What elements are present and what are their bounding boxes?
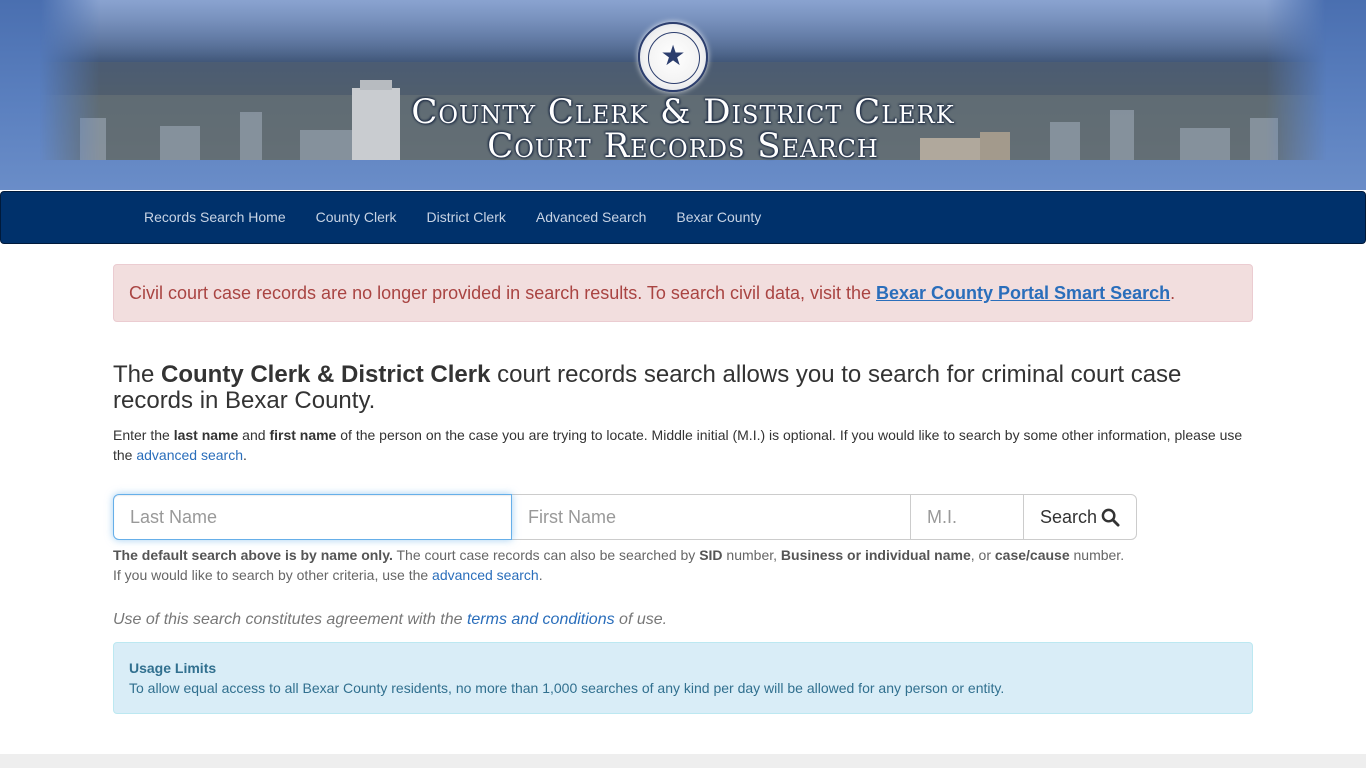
search-button-label: Search — [1039, 506, 1098, 527]
note-text: number, — [722, 547, 781, 563]
advanced-search-link-2[interactable]: advanced search — [432, 567, 539, 583]
note-text: . — [538, 567, 543, 583]
civil-records-alert: Civil court case records are no longer p… — [113, 264, 1253, 322]
name-search-form: Search — [113, 494, 1138, 540]
note-text: If you would like to search by other cri… — [113, 567, 433, 583]
usage-limits-title: Usage Limits — [129, 660, 217, 676]
terms-and-conditions-link[interactable]: terms and conditions — [467, 611, 615, 628]
nav-item-county-clerk[interactable]: County Clerk — [301, 192, 412, 243]
nav-item-bexar-county[interactable]: Bexar County — [661, 192, 776, 243]
nav-item-records-search-home[interactable]: Records Search Home — [129, 192, 301, 243]
page-lead: The County Clerk & District Clerk court … — [113, 362, 1253, 414]
note-text: , or — [970, 547, 995, 563]
intro-bold-first-name: first name — [269, 427, 337, 443]
lead-bold: County Clerk & District Clerk — [161, 361, 491, 388]
intro-text: Enter the — [113, 427, 174, 443]
search-button[interactable]: Search — [1023, 494, 1137, 540]
note-text: The court case records can also be searc… — [392, 547, 700, 563]
usage-limits-text: To allow equal access to all Bexar Count… — [129, 680, 1005, 696]
portal-smart-search-link[interactable]: Bexar County Portal Smart Search — [876, 283, 1170, 303]
note-bold-name: Business or individual name — [780, 547, 971, 563]
last-name-input[interactable] — [113, 494, 512, 540]
middle-initial-input[interactable] — [910, 494, 1024, 540]
terms-text: Use of this search constitutes agreement… — [113, 611, 467, 628]
alert-suffix: . — [1170, 283, 1176, 303]
star-icon: ★ — [660, 39, 686, 72]
alert-text: Civil court case records are no longer p… — [129, 283, 877, 303]
texas-seal: ★ — [638, 22, 708, 92]
search-help-note: The default search above is by name only… — [113, 545, 1253, 585]
note-bold-case: case/cause — [994, 547, 1070, 563]
note-bold: The default search above is by name only… — [113, 547, 393, 563]
banner-title-line2: Court Records Search — [487, 126, 879, 166]
header-banner: ★ County Clerk & District Clerk Court Re… — [0, 0, 1366, 190]
usage-limits-alert: Usage Limits To allow equal access to al… — [113, 642, 1253, 714]
nav-item-district-clerk[interactable]: District Clerk — [412, 192, 521, 243]
search-icon — [1101, 508, 1120, 527]
footer-bar — [0, 754, 1366, 768]
main-content: Civil court case records are no longer p… — [113, 264, 1253, 714]
intro-bold-last-name: last name — [173, 427, 239, 443]
note-text: number. — [1069, 547, 1125, 563]
nav-list: Records Search Home County Clerk Distric… — [129, 192, 776, 243]
intro-text: . — [243, 447, 247, 463]
search-instructions: Enter the last name and first name of th… — [113, 425, 1253, 465]
intro-text: and — [238, 427, 270, 443]
lead-prefix: The — [113, 361, 162, 388]
advanced-search-link[interactable]: advanced search — [136, 447, 243, 463]
first-name-input[interactable] — [511, 494, 911, 540]
terms-notice: Use of this search constitutes agreement… — [113, 610, 667, 630]
terms-text: of use. — [614, 611, 668, 628]
note-bold-sid: SID — [699, 547, 723, 563]
nav-item-advanced-search[interactable]: Advanced Search — [521, 192, 662, 243]
main-navbar: Records Search Home County Clerk Distric… — [0, 191, 1366, 244]
